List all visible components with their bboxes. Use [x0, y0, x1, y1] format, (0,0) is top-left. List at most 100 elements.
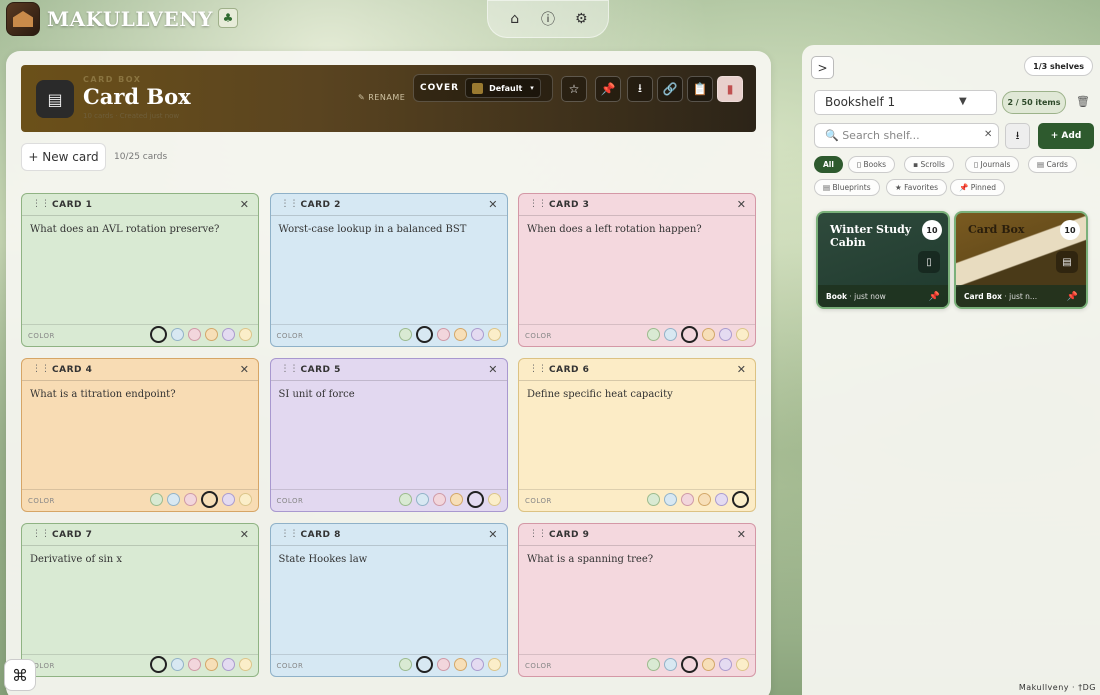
color-swatch-yellow[interactable] [732, 491, 749, 508]
flash-card[interactable]: ⋮⋮ CARD 8 ✕ State Hookes law COLOR [269, 523, 508, 677]
filter-pinned[interactable]: 📌 Pinned [950, 179, 1006, 196]
color-swatch-pink[interactable] [681, 493, 694, 506]
download-button[interactable]: ⭳ [627, 76, 653, 102]
close-icon[interactable]: ✕ [984, 129, 992, 140]
color-swatch-green[interactable] [150, 493, 163, 506]
drag-handle-icon[interactable]: ⋮⋮ [281, 364, 299, 374]
clipboard-button[interactable]: 📋 [687, 76, 713, 102]
collapse-sidebar-button[interactable]: > [811, 56, 834, 79]
color-swatch-green[interactable] [647, 658, 660, 671]
link-button[interactable]: 🔗 [657, 76, 683, 102]
color-swatch-green[interactable] [398, 493, 412, 506]
filter-books[interactable]: ▯ Books [848, 156, 896, 173]
home-icon[interactable]: ⌂ [505, 11, 525, 27]
close-icon[interactable]: ✕ [737, 363, 746, 376]
delete-button[interactable]: ▮ [717, 76, 743, 102]
filter-favorites[interactable]: ★ Favorites [886, 179, 947, 196]
filter-cards[interactable]: ▤ Cards [1028, 156, 1077, 173]
trash-icon[interactable]: 🗑 [1076, 95, 1090, 108]
flash-card[interactable]: ⋮⋮ CARD 1 ✕ What does an AVL rotation pr… [21, 193, 259, 347]
color-swatch-orange[interactable] [702, 658, 715, 671]
color-swatch-orange[interactable] [205, 658, 218, 671]
flash-card[interactable]: ⋮⋮ CARD 6 ✕ Define specific heat capacit… [518, 358, 756, 512]
card-text[interactable]: What is a spanning tree? [527, 554, 653, 565]
color-swatch-yellow[interactable] [487, 658, 501, 671]
close-icon[interactable]: ✕ [488, 198, 497, 211]
shelf-item-book[interactable]: Winter Study Cabin 10 ▯ Book · just now … [816, 211, 950, 309]
pin-icon[interactable]: 📌 [929, 292, 940, 302]
card-text[interactable]: SI unit of force [279, 389, 355, 400]
settings-icon[interactable]: ⚙ [571, 11, 591, 27]
color-swatch-yellow[interactable] [736, 658, 749, 671]
color-swatch-purple[interactable] [715, 493, 728, 506]
color-swatch-blue[interactable] [415, 493, 429, 506]
color-swatch-green[interactable] [150, 326, 167, 343]
add-item-button[interactable]: + Add [1038, 123, 1094, 149]
flash-card[interactable]: ⋮⋮ CARD 3 ✕ When does a left rotation ha… [518, 193, 756, 347]
color-swatch-blue[interactable] [664, 328, 677, 341]
flash-card[interactable]: ⋮⋮ CARD 7 ✕ Derivative of sin x COLOR [21, 523, 259, 677]
rename-button[interactable]: ✎ RENAME [358, 93, 405, 102]
card-text[interactable]: Define specific heat capacity [527, 389, 673, 400]
color-swatch-orange[interactable] [449, 493, 463, 506]
card-text[interactable]: Worst-case lookup in a balanced BST [279, 224, 467, 235]
color-swatch-blue[interactable] [664, 493, 677, 506]
close-icon[interactable]: ✕ [488, 363, 497, 376]
color-swatch-yellow[interactable] [487, 493, 501, 506]
color-swatch-purple[interactable] [466, 491, 484, 508]
color-swatch-blue[interactable] [167, 493, 180, 506]
tree-icon[interactable]: ♣ [218, 8, 238, 28]
color-swatch-green[interactable] [398, 658, 412, 671]
color-swatch-pink[interactable] [681, 326, 698, 343]
color-swatch-pink[interactable] [188, 328, 201, 341]
drag-handle-icon[interactable]: ⋮⋮ [529, 529, 547, 539]
search-input[interactable]: 🔍 Search shelf... [814, 123, 999, 148]
info-icon[interactable]: ⓘ [538, 9, 558, 29]
color-swatch-orange[interactable] [453, 328, 467, 341]
app-logo[interactable] [6, 2, 40, 36]
filter-scrolls[interactable]: ▪ Scrolls [904, 156, 954, 173]
color-swatch-green[interactable] [398, 328, 412, 341]
color-swatch-pink[interactable] [436, 328, 450, 341]
color-swatch-yellow[interactable] [487, 328, 501, 341]
flash-card[interactable]: ⋮⋮ CARD 9 ✕ What is a spanning tree? COL… [518, 523, 756, 677]
pin-button[interactable]: 📌 [595, 76, 621, 102]
color-swatch-yellow[interactable] [239, 658, 252, 671]
color-swatch-orange[interactable] [698, 493, 711, 506]
sort-button[interactable]: ⭳ [1005, 123, 1030, 149]
color-swatch-blue[interactable] [171, 658, 184, 671]
flash-card[interactable]: ⋮⋮ CARD 2 ✕ Worst-case lookup in a balan… [269, 193, 508, 347]
color-swatch-purple[interactable] [719, 328, 732, 341]
color-swatch-pink[interactable] [681, 656, 698, 673]
color-swatch-yellow[interactable] [736, 328, 749, 341]
command-icon[interactable]: ⌘ [4, 659, 36, 691]
cover-select[interactable]: Default ▾ [465, 78, 541, 98]
color-swatch-blue[interactable] [415, 656, 433, 673]
color-swatch-purple[interactable] [222, 493, 235, 506]
color-swatch-green[interactable] [647, 493, 660, 506]
close-icon[interactable]: ✕ [737, 198, 746, 211]
color-swatch-purple[interactable] [222, 328, 235, 341]
color-swatch-orange[interactable] [702, 328, 715, 341]
color-swatch-blue[interactable] [664, 658, 677, 671]
drag-handle-icon[interactable]: ⋮⋮ [529, 199, 547, 209]
color-swatch-purple[interactable] [470, 328, 484, 341]
card-text[interactable]: State Hookes law [279, 554, 368, 565]
close-icon[interactable]: ✕ [488, 528, 497, 541]
color-swatch-pink[interactable] [184, 493, 197, 506]
color-swatch-yellow[interactable] [239, 328, 252, 341]
color-swatch-green[interactable] [647, 328, 660, 341]
filter-blueprints[interactable]: ▤ Blueprints [814, 179, 880, 196]
flash-card[interactable]: ⋮⋮ CARD 5 ✕ SI unit of force COLOR [269, 358, 508, 512]
drag-handle-icon[interactable]: ⋮⋮ [281, 529, 299, 539]
drag-handle-icon[interactable]: ⋮⋮ [529, 364, 547, 374]
close-icon[interactable]: ✕ [240, 363, 249, 376]
color-swatch-pink[interactable] [188, 658, 201, 671]
flash-card[interactable]: ⋮⋮ CARD 4 ✕ What is a titration endpoint… [21, 358, 259, 512]
color-swatch-purple[interactable] [719, 658, 732, 671]
shelf-item-card-box[interactable]: Card Box 10 ▤ Card Box · just n... 📌 [954, 211, 1088, 309]
color-swatch-purple[interactable] [222, 658, 235, 671]
color-swatch-orange[interactable] [201, 491, 218, 508]
color-swatch-blue[interactable] [171, 328, 184, 341]
pin-icon[interactable]: 📌 [1067, 292, 1078, 302]
